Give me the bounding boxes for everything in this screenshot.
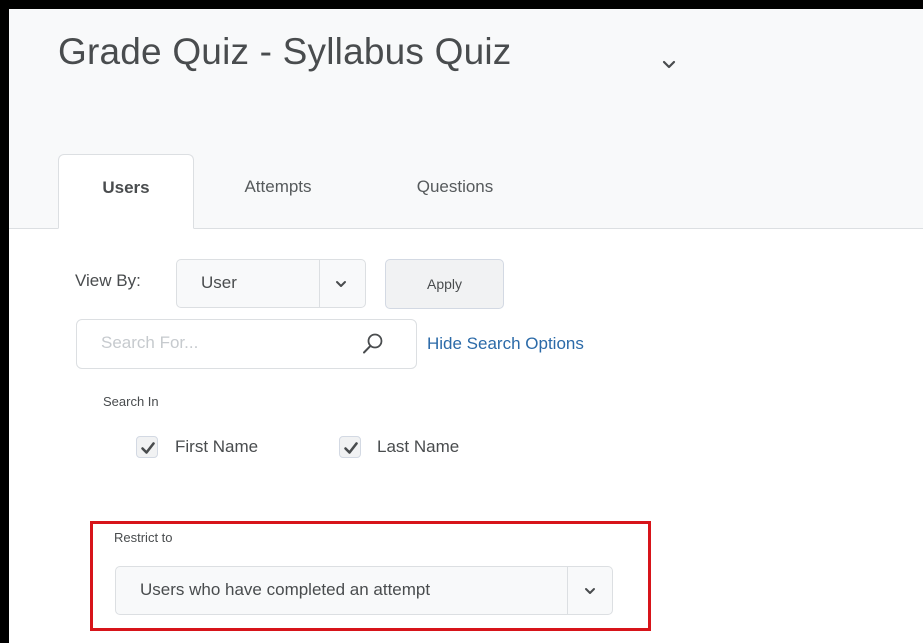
tab-users[interactable]: Users — [58, 154, 194, 229]
search-in-label: Search In — [103, 394, 159, 409]
first-name-label[interactable]: First Name — [175, 437, 258, 457]
checkmark-icon — [344, 442, 358, 454]
checkmark-icon — [141, 442, 155, 454]
search-icon[interactable] — [361, 332, 385, 356]
chevron-down-icon — [336, 281, 346, 287]
apply-button[interactable]: Apply — [385, 259, 504, 309]
search-input[interactable] — [101, 320, 351, 366]
last-name-checkbox[interactable] — [339, 436, 361, 458]
select-divider — [319, 260, 320, 307]
hide-search-options-link[interactable]: Hide Search Options — [427, 334, 584, 354]
view-by-selected: User — [201, 273, 237, 292]
view-by-label: View By: — [75, 271, 141, 290]
tab-bar: Users Attempts Questions — [9, 154, 923, 229]
last-name-label[interactable]: Last Name — [377, 437, 459, 457]
search-box — [76, 319, 417, 369]
tab-attempts[interactable]: Attempts — [203, 154, 353, 228]
first-name-checkbox[interactable] — [136, 436, 158, 458]
restrict-to-highlight — [90, 521, 651, 631]
view-by-select[interactable]: User — [176, 259, 366, 308]
tab-questions[interactable]: Questions — [363, 154, 547, 228]
chevron-down-icon[interactable] — [661, 57, 677, 71]
page-frame: Grade Quiz - Syllabus Quiz Users Attempt… — [9, 9, 923, 643]
page-title: Grade Quiz - Syllabus Quiz — [58, 31, 512, 72]
page-header: Grade Quiz - Syllabus Quiz — [9, 9, 923, 154]
